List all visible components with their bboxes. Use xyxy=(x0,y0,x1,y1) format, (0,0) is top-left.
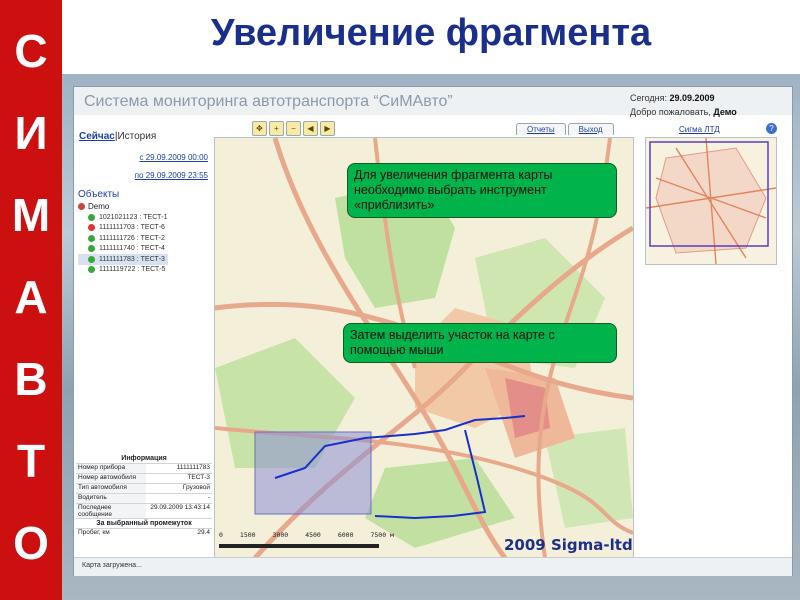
side-letter: С xyxy=(14,25,48,77)
check-icon xyxy=(88,213,95,221)
pan-icon[interactable]: ✥ xyxy=(252,121,267,136)
minimap-title[interactable]: Сигма ЛТД xyxy=(679,125,720,134)
status-bar: Карта загружена... xyxy=(74,557,792,576)
tree-item-label: 1111111726 : ТЕСТ-2 xyxy=(99,234,165,242)
forward-arrow-icon[interactable]: ▶ xyxy=(320,121,335,136)
brand-label: 2009 Sigma-ltd xyxy=(504,536,633,554)
map-toolbar: ✥ + − ◀ ▶ xyxy=(252,121,335,136)
scale-label: 1500 xyxy=(239,531,256,539)
scale-label: 7500 м xyxy=(370,531,394,539)
today-label: Сегодня: xyxy=(630,93,667,103)
top-tabs: Отчеты Выход xyxy=(516,123,614,135)
info-row: Последнее сообщение 29.09.2009 13:43:14 xyxy=(76,503,212,518)
side-letter: М xyxy=(11,189,51,241)
scale-label: 4500 xyxy=(305,531,321,539)
back-arrow-icon[interactable]: ◀ xyxy=(303,121,318,136)
tree-item-selected[interactable]: 1111111783 : ТЕСТ-3 xyxy=(78,254,168,265)
info-key: Номер прибора xyxy=(76,464,146,473)
info-key: Тип автомобиля xyxy=(76,484,146,493)
tree-item[interactable]: 1111111703 : ТЕСТ-6 xyxy=(78,223,168,234)
welcome-label: Добро пожаловать, xyxy=(630,107,711,117)
info-row: Номер прибора 1111111783 xyxy=(76,463,212,473)
tree-item-label: 1111111783 : ТЕСТ-3 xyxy=(99,255,165,263)
status-text: Карта загружена... xyxy=(82,562,142,569)
check-icon xyxy=(88,245,95,253)
scale-labels: 0 1500 3000 4500 6000 7500 м xyxy=(219,531,394,539)
scale-label: 3000 xyxy=(272,531,289,539)
tab-reports[interactable]: Отчеты xyxy=(516,123,566,135)
date-from-link[interactable]: с 29.09.2009 00:00 xyxy=(139,153,208,162)
tab-exit[interactable]: Выход xyxy=(567,123,614,135)
minimap-canvas[interactable] xyxy=(646,138,776,264)
zoom-in-icon[interactable]: + xyxy=(269,121,284,136)
info-key: Водитель xyxy=(76,494,146,503)
tree-item-label: 1111111703 : ТЕСТ-6 xyxy=(99,224,165,232)
tree-item-label: 1111119722 : ТЕСТ-5 xyxy=(99,266,166,274)
side-letter: Т xyxy=(16,435,46,487)
info-value: 1111111783 xyxy=(176,464,210,471)
tree-root-label: Demo xyxy=(88,202,110,211)
info-title: Информация xyxy=(121,455,167,462)
nav-now-link[interactable]: Сейчас xyxy=(79,131,115,142)
tree-item[interactable]: 1111111726 : ТЕСТ-2 xyxy=(78,233,168,244)
info-key: Номер автомобиля xyxy=(76,474,146,483)
info-key: Последнее сообщение xyxy=(76,504,146,518)
welcome-user: Демо xyxy=(713,107,737,117)
objects-tree: Demo 1021021123 : ТЕСТ-1 1111111703 : ТЕ… xyxy=(78,201,168,275)
tree-item-label: 1111111740 : ТЕСТ-4 xyxy=(99,245,165,253)
zoom-out-icon[interactable]: − xyxy=(286,121,301,136)
side-letter: А xyxy=(14,271,48,323)
side-letter: В xyxy=(14,353,48,405)
tree-item[interactable]: 1021021123 : ТЕСТ-1 xyxy=(78,212,168,223)
header-info: Сегодня: 29.09.2009 Добро пожаловать, Де… xyxy=(630,91,737,119)
side-letter: И xyxy=(14,107,48,159)
info-value: Грузовой xyxy=(182,484,210,491)
info-value: 29.09.2009 13:43:14 xyxy=(150,504,210,511)
info-value: - xyxy=(207,494,210,501)
scale-label: 0 xyxy=(219,531,223,539)
info-row: Водитель - xyxy=(76,493,212,503)
side-letters: С И М А В Т О xyxy=(0,10,62,584)
check-icon xyxy=(88,266,95,274)
alert-icon xyxy=(88,224,95,232)
overview-minimap[interactable] xyxy=(645,137,777,265)
slide-title: Увеличение фрагмента xyxy=(210,12,652,54)
info-row: Номер автомобиля ТЕСТ-3 xyxy=(76,473,212,483)
today-value: 29.09.2009 xyxy=(669,93,715,103)
info-row: Тип автомобиля Грузовой xyxy=(76,483,212,493)
left-panel: Сейчас|История с 29.09.2009 00:00 по 29.… xyxy=(74,127,214,557)
info-value: ТЕСТ-3 xyxy=(187,474,210,481)
side-bar: С И М А В Т О xyxy=(0,0,62,600)
tree-item[interactable]: 1111111740 : ТЕСТ-4 xyxy=(78,244,168,255)
tree-item-label: 1021021123 : ТЕСТ-1 xyxy=(99,213,168,221)
side-letter: О xyxy=(13,517,49,569)
selection-rectangle[interactable] xyxy=(254,431,372,515)
app-header: Система мониторинга автотранспорта “СиМА… xyxy=(74,87,792,117)
mode-nav: Сейчас|История xyxy=(79,131,156,142)
scale-bar xyxy=(219,544,379,548)
scale-label: 6000 xyxy=(337,531,354,539)
check-icon xyxy=(88,255,95,263)
date-to-link[interactable]: по 29.09.2009 23:55 xyxy=(135,171,208,180)
mileage-label: Пробег, км xyxy=(78,529,110,536)
callout-select-area: Затем выделить участок на карте с помощь… xyxy=(343,323,617,363)
tree-root[interactable]: Demo xyxy=(78,201,168,212)
mileage-value: 29.4 xyxy=(197,529,210,536)
info-row: Пробег, км 29.4 xyxy=(76,528,212,538)
callout-zoom-tool: Для увеличения фрагмента карты необходим… xyxy=(347,163,617,218)
nav-history-link[interactable]: История xyxy=(117,131,156,142)
tree-item[interactable]: 1111119722 : ТЕСТ-5 xyxy=(78,265,168,276)
period-title: За выбранный промежуток xyxy=(76,518,212,528)
info-table: Информация Номер прибора 1111111783 Номер… xyxy=(76,454,212,538)
check-icon xyxy=(88,234,95,242)
objects-title: Объекты xyxy=(78,189,120,200)
app-title: Система мониторинга автотранспорта “СиМА… xyxy=(84,93,453,110)
folder-icon xyxy=(78,203,85,210)
help-icon[interactable]: ? xyxy=(766,123,777,134)
